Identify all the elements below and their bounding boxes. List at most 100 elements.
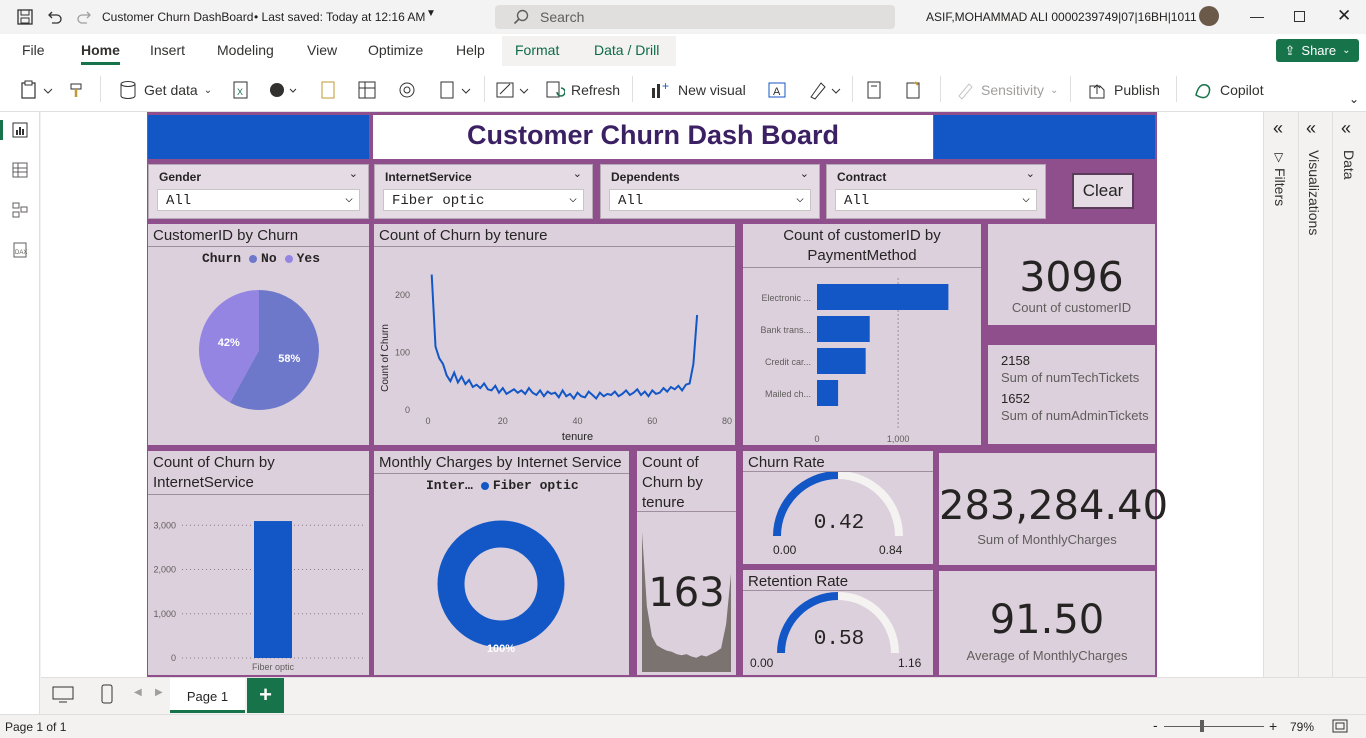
- share-button[interactable]: ⇪ Share ⌄: [1276, 39, 1359, 62]
- dataverse-icon[interactable]: [397, 80, 417, 100]
- visualizations-collapse-icon[interactable]: «: [1306, 118, 1316, 139]
- tenure-card[interactable]: Count of Churn by tenure 163: [637, 451, 736, 675]
- customer-count-value: 3096: [1019, 253, 1124, 301]
- visualizations-pane-label[interactable]: Visualizations: [1306, 150, 1322, 235]
- maximize-icon[interactable]: [1294, 11, 1305, 22]
- menu-modeling[interactable]: Modeling: [217, 42, 274, 58]
- get-data-chevron-icon: ⌄: [203, 84, 213, 96]
- publish-button[interactable]: Publish: [1086, 80, 1160, 100]
- sql-server-icon[interactable]: [318, 80, 338, 100]
- transform-data-icon[interactable]: [495, 80, 531, 100]
- tech-tickets-value: 2158: [1001, 353, 1030, 368]
- page-tab-1[interactable]: Page 1: [170, 678, 245, 713]
- menu-insert[interactable]: Insert: [150, 42, 185, 58]
- copilot-icon: [1195, 83, 1211, 99]
- paste-icon[interactable]: [20, 80, 54, 100]
- pie-chart[interactable]: 58% 42%: [148, 264, 369, 445]
- recent-sources-icon[interactable]: [438, 80, 472, 100]
- mobile-layout-icon[interactable]: [101, 684, 113, 704]
- zoom-slider[interactable]: [1164, 726, 1264, 727]
- minimize-icon[interactable]: —: [1250, 8, 1264, 24]
- retention-rate-tile[interactable]: Retention Rate 0.58 0.00 1.16: [743, 570, 933, 675]
- prev-page-icon[interactable]: ◀: [134, 687, 142, 698]
- donut-chart-tile[interactable]: Monthly Charges by Internet Service Inte…: [374, 451, 629, 675]
- contract-dropdown[interactable]: All ⌵: [835, 189, 1037, 211]
- table-view-icon[interactable]: [12, 162, 28, 178]
- pie-chart-tile[interactable]: CustomerID by Churn Churn No Yes 58% 42%: [148, 224, 369, 445]
- onelake-icon[interactable]: [268, 80, 298, 100]
- donut-chart[interactable]: 100%: [374, 495, 629, 675]
- fiber-optic-bar: [254, 521, 292, 658]
- menu-file[interactable]: File: [22, 42, 45, 58]
- more-visuals-icon[interactable]: [808, 80, 842, 100]
- dependents-slicer[interactable]: Dependents ⌄ All ⌵: [600, 164, 820, 219]
- internet-bar-chart[interactable]: 3,000 2,000 1,000 0 Fiber optic: [148, 497, 369, 675]
- dependents-dropdown[interactable]: All ⌵: [609, 189, 811, 211]
- filters-collapse-icon[interactable]: «: [1273, 118, 1283, 139]
- y-tick-label: 0: [405, 405, 410, 415]
- close-icon[interactable]: ✕: [1337, 6, 1351, 26]
- menu-format[interactable]: Format: [515, 42, 559, 58]
- menu-optimize[interactable]: Optimize: [368, 42, 423, 58]
- excel-icon[interactable]: X: [231, 80, 251, 100]
- refresh-button[interactable]: Refresh: [545, 80, 620, 100]
- desktop-layout-icon[interactable]: [52, 686, 74, 704]
- save-icon[interactable]: [17, 9, 33, 25]
- menu-view[interactable]: View: [307, 42, 337, 58]
- filters-pane-label[interactable]: Filters: [1272, 168, 1288, 206]
- model-view-icon[interactable]: [12, 202, 28, 218]
- dax-query-view-icon[interactable]: DAX: [12, 242, 28, 258]
- internet-service-dropdown[interactable]: Fiber optic ⌵: [383, 189, 584, 211]
- zoom-out-icon[interactable]: -: [1153, 717, 1158, 733]
- menu-help[interactable]: Help: [456, 42, 485, 58]
- monthly-avg-label: Average of MonthlyCharges: [966, 648, 1128, 663]
- data-pane-label[interactable]: Data: [1341, 150, 1357, 180]
- new-visual-button[interactable]: + New visual: [650, 80, 746, 100]
- text-box-icon[interactable]: A: [767, 80, 787, 100]
- y-tick-label: 200: [395, 290, 410, 300]
- zoom-in-icon[interactable]: +: [1269, 718, 1277, 734]
- slicer-chevron-icon[interactable]: ⌄: [349, 167, 358, 180]
- search-input[interactable]: Search: [495, 5, 895, 29]
- gender-dropdown[interactable]: All ⌵: [157, 189, 360, 211]
- line-chart[interactable]: 200 100 0 0 20 40 60 80 tenure Count of Churn: [374, 248, 735, 445]
- internet-service-slicer[interactable]: InternetService ⌄ Fiber optic ⌵: [374, 164, 593, 219]
- ribbon-divider: [100, 76, 101, 102]
- zoom-slider-thumb[interactable]: [1200, 720, 1204, 732]
- payment-bar-tile[interactable]: Count of customerID by PaymentMethod Ele…: [743, 224, 981, 445]
- fit-to-page-icon[interactable]: [1332, 719, 1348, 733]
- avatar[interactable]: [1199, 6, 1219, 26]
- new-measure-icon[interactable]: [864, 80, 884, 100]
- report-view-icon[interactable]: [12, 122, 28, 138]
- menu-home[interactable]: Home: [81, 42, 120, 58]
- add-page-button[interactable]: +: [247, 678, 284, 713]
- active-tab-indicator: [81, 62, 120, 65]
- data-collapse-icon[interactable]: «: [1341, 118, 1351, 139]
- churn-rate-tile[interactable]: Churn Rate 0.42 0.00 0.84: [743, 451, 933, 564]
- clear-button[interactable]: Clear: [1072, 173, 1134, 209]
- contract-slicer[interactable]: Contract ⌄ All ⌵: [826, 164, 1046, 219]
- pane-divider: [1332, 112, 1333, 714]
- line-chart-tile[interactable]: Count of Churn by tenure 200 100 0 0 20 40 60 8…: [374, 224, 735, 445]
- undo-icon[interactable]: [46, 9, 62, 25]
- monthly-sum-label: Sum of MonthlyCharges: [977, 532, 1117, 547]
- enter-data-icon[interactable]: [357, 80, 377, 100]
- gender-slicer[interactable]: Gender ⌄ All ⌵: [148, 164, 369, 219]
- ribbon-collapse-icon[interactable]: ⌄: [1349, 92, 1359, 106]
- monthly-sum-card: 283,284.40 Sum of MonthlyCharges: [939, 453, 1168, 565]
- redo-icon[interactable]: [77, 9, 93, 25]
- get-data-button[interactable]: Get data ⌄: [118, 80, 212, 100]
- copilot-button[interactable]: Copilot: [1192, 80, 1264, 100]
- format-painter-icon[interactable]: [68, 80, 88, 100]
- slicer-chevron-icon[interactable]: ⌄: [800, 167, 809, 180]
- quick-measure-icon[interactable]: [903, 80, 923, 100]
- slicer-chevron-icon[interactable]: ⌄: [1026, 167, 1035, 180]
- menu-data-drill[interactable]: Data / Drill: [594, 42, 659, 58]
- next-page-icon[interactable]: ▶: [155, 687, 163, 698]
- title-chevron-down-icon[interactable]: ▼: [426, 8, 436, 19]
- slicer-chevron-icon[interactable]: ⌄: [573, 167, 582, 180]
- internet-bar-tile[interactable]: Count of Churn by InternetService 3,000 2…: [148, 451, 369, 675]
- publish-label: Publish: [1114, 82, 1160, 98]
- y-tick-label: 1,000: [153, 609, 176, 619]
- payment-bar-chart[interactable]: Electronic ... Bank trans... Credit car...…: [743, 270, 981, 445]
